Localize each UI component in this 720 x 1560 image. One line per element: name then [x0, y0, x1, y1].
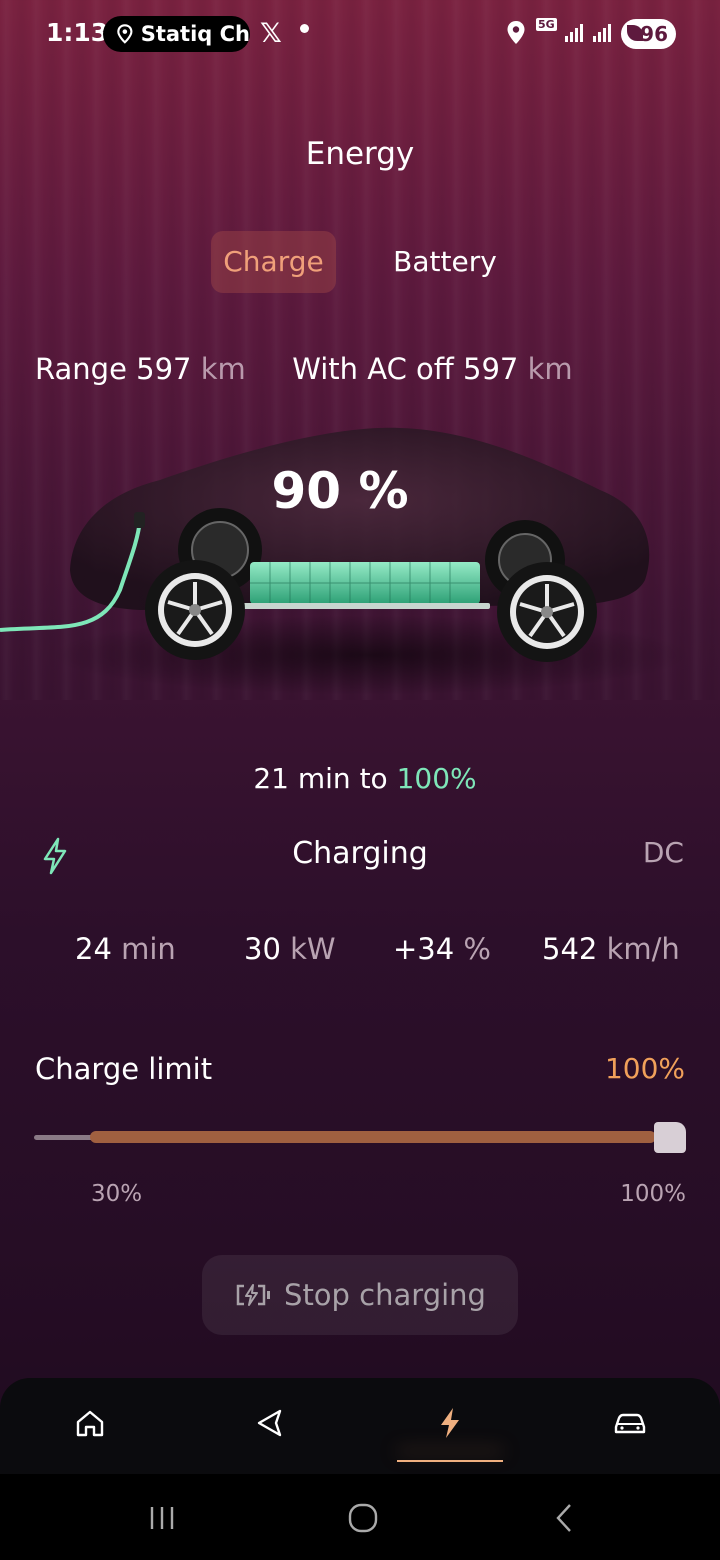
- stat-time-unit: min: [121, 932, 176, 966]
- status-time: 1:13: [46, 18, 109, 47]
- charge-percentage: 90 %: [271, 462, 409, 520]
- live-activity-pill[interactable]: Statiq Ch: [103, 16, 250, 52]
- home-circle-icon: [348, 1503, 378, 1533]
- charge-limit-label: Charge limit: [35, 1052, 213, 1086]
- navigate-icon: [257, 1409, 282, 1437]
- range-unit: km: [200, 352, 246, 386]
- signal-icon: [565, 24, 583, 42]
- charge-limit-value: 100%: [604, 1052, 685, 1085]
- stat-added-value: +34: [393, 932, 455, 966]
- ac-off-label: With AC off: [292, 352, 454, 386]
- tab-bar: Charge Battery: [0, 231, 720, 293]
- range-label: Range: [35, 352, 127, 386]
- back-button[interactable]: [535, 1498, 595, 1538]
- charging-status-row: Charging DC: [0, 832, 720, 878]
- battery-level: 96: [640, 22, 668, 46]
- stat-added: +34 %: [393, 932, 491, 966]
- x-app-icon: 𝕏: [260, 18, 282, 49]
- stop-charge-icon: [236, 1284, 271, 1306]
- location-icon: [507, 21, 525, 44]
- stat-rate: 542 km/h: [542, 932, 680, 966]
- ac-off-value: 597: [463, 352, 519, 386]
- slider-min-label: 30%: [91, 1181, 143, 1207]
- stat-power-unit: kW: [290, 932, 336, 966]
- eta-prefix: 21 min to: [253, 762, 388, 795]
- signal-icon-2: [593, 24, 611, 42]
- charging-status: Charging: [292, 836, 428, 871]
- nav-navigate[interactable]: [210, 1378, 330, 1468]
- eta-target: 100%: [396, 762, 477, 795]
- nav-home[interactable]: [30, 1378, 150, 1468]
- stop-charging-button[interactable]: Stop charging: [202, 1255, 518, 1335]
- location-pin-icon: [117, 24, 133, 44]
- battery-indicator: 96: [621, 19, 676, 49]
- back-chevron-icon: [556, 1504, 571, 1532]
- stat-rate-unit: km/h: [606, 932, 680, 966]
- status-bar: 1:13 Statiq Ch 𝕏 5G 96: [0, 0, 720, 70]
- ac-off-unit: km: [527, 352, 573, 386]
- charge-eta: 21 min to 100%: [0, 762, 720, 795]
- notification-dot-icon: [300, 24, 309, 33]
- tab-charge[interactable]: Charge: [211, 231, 336, 293]
- charge-icon: [441, 1408, 459, 1438]
- home-icon: [76, 1410, 104, 1437]
- stat-time: 24 min: [75, 932, 176, 966]
- stat-rate-value: 542: [542, 932, 598, 966]
- charge-limit-thumb[interactable]: [654, 1122, 686, 1153]
- home-button[interactable]: [333, 1498, 393, 1538]
- charging-type: DC: [642, 836, 684, 869]
- range-info: Range 597 km With AC off 597 km: [35, 352, 573, 386]
- system-nav-bar: [0, 1474, 720, 1560]
- stat-power-value: 30: [244, 932, 281, 966]
- pill-label: Statiq Ch: [140, 22, 250, 46]
- nav-active-indicator: [397, 1460, 503, 1462]
- range-value: 597: [136, 352, 192, 386]
- stat-power: 30 kW: [244, 932, 336, 966]
- slider-max-label: 100%: [620, 1181, 686, 1207]
- charge-limit-row: Charge limit 100%: [35, 1052, 685, 1092]
- charge-limit-track[interactable]: [34, 1135, 94, 1140]
- tab-battery[interactable]: Battery: [380, 231, 510, 293]
- stat-time-value: 24: [75, 932, 112, 966]
- page-title: Energy: [305, 136, 415, 172]
- charging-stats: 24 min 30 kW +34 % 542 km/h: [0, 932, 720, 972]
- car-icon: [614, 1413, 646, 1434]
- stop-charging-label: Stop charging: [284, 1278, 486, 1312]
- bottom-nav: [0, 1378, 720, 1474]
- recent-apps-icon: [150, 1507, 174, 1529]
- nav-car[interactable]: [570, 1378, 690, 1468]
- recent-apps-button[interactable]: [132, 1498, 192, 1538]
- nav-charge[interactable]: [390, 1378, 510, 1468]
- network-type: 5G: [536, 18, 557, 31]
- charge-limit-fill[interactable]: [90, 1131, 656, 1143]
- stat-added-unit: %: [463, 932, 491, 966]
